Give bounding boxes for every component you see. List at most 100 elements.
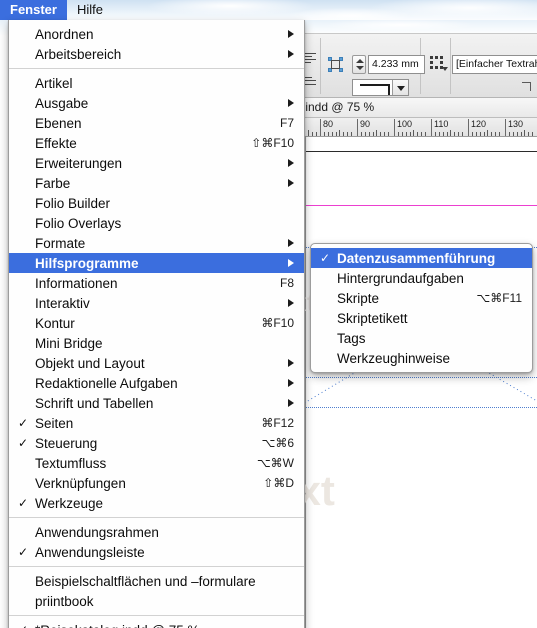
menu-item-label: Redaktionelle Aufgaben	[35, 375, 178, 391]
menu-separator	[9, 566, 304, 567]
menu-item-schrift-und-tabellen[interactable]: Schrift und Tabellen	[9, 393, 304, 413]
menu-item-seiten[interactable]: ✓ Seiten ⌘F12	[9, 413, 304, 433]
align-left-icon[interactable]	[305, 52, 316, 64]
menu-item-arbeitsbereich[interactable]: Arbeitsbereich	[9, 44, 304, 64]
submenu-item-skripte[interactable]: Skripte ⌥⌘F11	[311, 288, 532, 308]
menu-item-formate[interactable]: Formate	[9, 233, 304, 253]
menu-item-ausgabe[interactable]: Ausgabe	[9, 93, 304, 113]
reference-point-icon[interactable]	[328, 57, 343, 72]
menu-item-shortcut: ⇧⌘D	[263, 476, 294, 490]
submenu-item-tags[interactable]: Tags	[311, 328, 532, 348]
menu-item-redaktionelle-aufgaben[interactable]: Redaktionelle Aufgaben	[9, 373, 304, 393]
submenu-item-datenzusammenfuehrung[interactable]: ✓ Datenzusammenführung	[311, 248, 532, 268]
menu-item-kontur[interactable]: Kontur ⌘F10	[9, 313, 304, 333]
menu-fenster[interactable]: Anordnen Arbeitsbereich Artikel Ausgabe …	[8, 20, 305, 628]
document-canvas[interactable]: Stadt: Text Stadt: Text	[121, 137, 537, 628]
menu-item-label: Effekte	[35, 135, 77, 151]
align-bottom-icon[interactable]	[305, 76, 316, 88]
menu-bar: Fenster Hilfe	[0, 0, 113, 20]
chevron-down-icon[interactable]	[392, 80, 408, 95]
menu-item-folio-overlays[interactable]: Folio Overlays	[9, 213, 304, 233]
menu-item-artikel[interactable]: Artikel	[9, 73, 304, 93]
menu-item-label: Ausgabe	[35, 95, 89, 111]
menu-item-effekte[interactable]: Effekte ⇧⌘F10	[9, 133, 304, 153]
menu-item-hilfsprogramme[interactable]: Hilfsprogramme	[9, 253, 304, 273]
submenu-arrow-icon	[288, 359, 294, 367]
menu-item-priintbook[interactable]: priintbook	[9, 591, 304, 611]
menu-item-shortcut: ⌘F10	[261, 316, 294, 330]
menu-item-label: Steuerung	[35, 435, 98, 451]
menu-item-shortcut: F7	[279, 116, 294, 130]
menu-item-ebenen[interactable]: Ebenen F7	[9, 113, 304, 133]
menu-item-anordnen[interactable]: Anordnen	[9, 24, 304, 44]
document-tab-title[interactable]: .indd @ 75 %	[300, 98, 537, 118]
menu-item-label: Farbe	[35, 175, 71, 191]
menu-item-label: Erweiterungen	[35, 155, 123, 171]
corner-shape-icon	[353, 80, 392, 95]
submenu-arrow-icon	[288, 379, 294, 387]
stepper-arrows-icon[interactable]	[352, 55, 366, 74]
submenu-hilfsprogramme[interactable]: ✓ Datenzusammenführung Hintergrundaufgab…	[310, 243, 533, 373]
menu-item-label: Objekt und Layout	[35, 355, 145, 371]
horizontal-ruler[interactable]: 80 90 100 110 120 130 140 15	[300, 118, 537, 137]
submenu-item-skriptetikett[interactable]: Skriptetikett	[311, 308, 532, 328]
layout-guide-3	[306, 407, 537, 408]
menu-item-label: Anwendungsleiste	[35, 544, 145, 560]
menu-item-informationen[interactable]: Informationen F8	[9, 273, 304, 293]
corner-shape-dropdown[interactable]	[352, 79, 409, 96]
menu-item-label: priintbook	[35, 593, 94, 609]
checkmark-icon: ✓	[18, 416, 29, 430]
menu-item-textumfluss[interactable]: Textumfluss ⌥⌘W	[9, 453, 304, 473]
menu-item-folio-builder[interactable]: Folio Builder	[9, 193, 304, 213]
submenu-item-shortcut: ⌥⌘F11	[476, 291, 522, 305]
menu-item-shortcut: ⌘F12	[261, 416, 294, 430]
menu-item-label: Informationen	[35, 275, 118, 291]
checkmark-icon: ✓	[18, 496, 29, 510]
submenu-arrow-icon	[288, 50, 294, 58]
submenu-arrow-icon	[288, 259, 294, 267]
submenu-item-hintergrundaufgaben[interactable]: Hintergrundaufgaben	[311, 268, 532, 288]
menu-item-interaktiv[interactable]: Interaktiv	[9, 293, 304, 313]
menu-item-steuerung[interactable]: ✓ Steuerung ⌥⌘6	[9, 433, 304, 453]
menu-item-verknuepfungen[interactable]: Verknüpfungen ⇧⌘D	[9, 473, 304, 493]
submenu-item-label: Werkzeughinweise	[337, 350, 451, 366]
menu-item-label: Werkzeuge	[35, 495, 104, 511]
menu-item-label: Textumfluss	[35, 455, 107, 471]
menu-item-reisekatalog-document[interactable]: ✓ *Reisekatalog.indd @ 75 %	[9, 620, 304, 628]
menu-item-anwendungsrahmen[interactable]: Anwendungsrahmen	[9, 522, 304, 542]
submenu-item-werkzeughinweise[interactable]: Werkzeughinweise	[311, 348, 532, 368]
corner-handle-icon	[522, 82, 531, 91]
submenu-arrow-icon	[288, 99, 294, 107]
menubar-item-fenster-label: Fenster	[10, 2, 57, 17]
menu-separator	[9, 615, 304, 616]
submenu-item-label: Datenzusammenführung	[337, 250, 496, 266]
offset-value-field[interactable]: 4.233 mm	[368, 55, 425, 74]
menu-item-label: Arbeitsbereich	[35, 46, 122, 62]
menu-item-label: Beispielschaltflächen und –formulare	[35, 573, 256, 589]
object-style-field[interactable]: [Einfacher Textrahm	[452, 55, 537, 74]
menu-item-werkzeuge[interactable]: ✓ Werkzeuge	[9, 493, 304, 513]
menu-item-label: Kontur	[35, 315, 75, 331]
submenu-arrow-icon	[288, 30, 294, 38]
menu-item-mini-bridge[interactable]: Mini Bridge	[9, 333, 304, 353]
menu-item-beispielschaltflaechen[interactable]: Beispielschaltflächen und –formulare	[9, 571, 304, 591]
menu-separator	[9, 517, 304, 518]
menu-item-objekt-und-layout[interactable]: Objekt und Layout	[9, 353, 304, 373]
margin-guide-magenta	[306, 205, 537, 206]
menu-item-label: Mini Bridge	[35, 335, 103, 351]
menu-item-farbe[interactable]: Farbe	[9, 173, 304, 193]
menu-item-erweiterungen[interactable]: Erweiterungen	[9, 153, 304, 173]
menu-item-label: Hilfsprogramme	[35, 255, 139, 271]
submenu-item-label: Skripte	[337, 290, 380, 306]
menu-item-label: Anwendungsrahmen	[35, 524, 159, 540]
menubar-item-fenster[interactable]: Fenster	[0, 0, 67, 20]
page-top-rule	[306, 151, 537, 152]
checkmark-icon: ✓	[18, 436, 29, 450]
submenu-arrow-icon	[288, 179, 294, 187]
menubar-item-hilfe[interactable]: Hilfe	[67, 0, 113, 20]
menu-item-anwendungsleiste[interactable]: ✓ Anwendungsleiste	[9, 542, 304, 562]
menu-separator	[9, 68, 304, 69]
submenu-item-label: Hintergrundaufgaben	[337, 270, 464, 286]
object-style-icon[interactable]	[430, 56, 448, 72]
submenu-arrow-icon	[288, 159, 294, 167]
